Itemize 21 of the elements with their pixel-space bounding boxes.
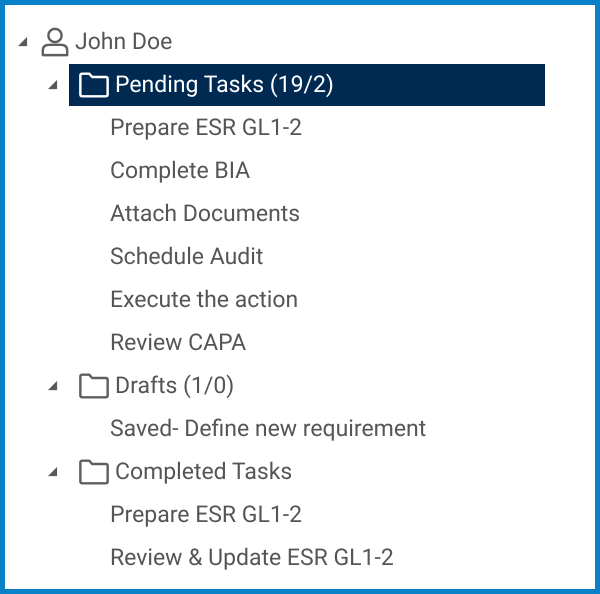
task-item[interactable]: Execute the action [110,284,298,315]
task-item[interactable]: Complete BIA [110,155,250,186]
user-icon [40,26,70,58]
task-item[interactable]: Saved- Define new requirement [110,413,426,444]
task-item[interactable]: Prepare ESR GL1-2 [110,499,302,530]
task-item[interactable]: Schedule Audit [110,241,264,272]
expand-toggle-icon[interactable] [47,79,58,90]
expand-toggle-icon[interactable] [17,36,28,47]
folder-icon [78,372,110,400]
task-item[interactable]: Attach Documents [110,198,300,229]
folder-icon [78,70,110,98]
tree-node[interactable]: John Doe [40,20,172,62]
tree-node[interactable]: Drafts (1/0) [69,364,545,406]
folder-icon [78,458,110,486]
task-item[interactable]: Prepare ESR GL1-2 [110,112,302,143]
task-item[interactable]: Review CAPA [110,327,246,358]
tree-node[interactable]: Pending Tasks (19/2) [69,64,545,106]
expand-toggle-icon[interactable] [47,466,58,477]
task-item[interactable]: Review & Update ESR GL1-2 [110,542,394,573]
tree-node[interactable]: Completed Tasks [69,450,545,492]
expand-toggle-icon[interactable] [47,380,58,391]
